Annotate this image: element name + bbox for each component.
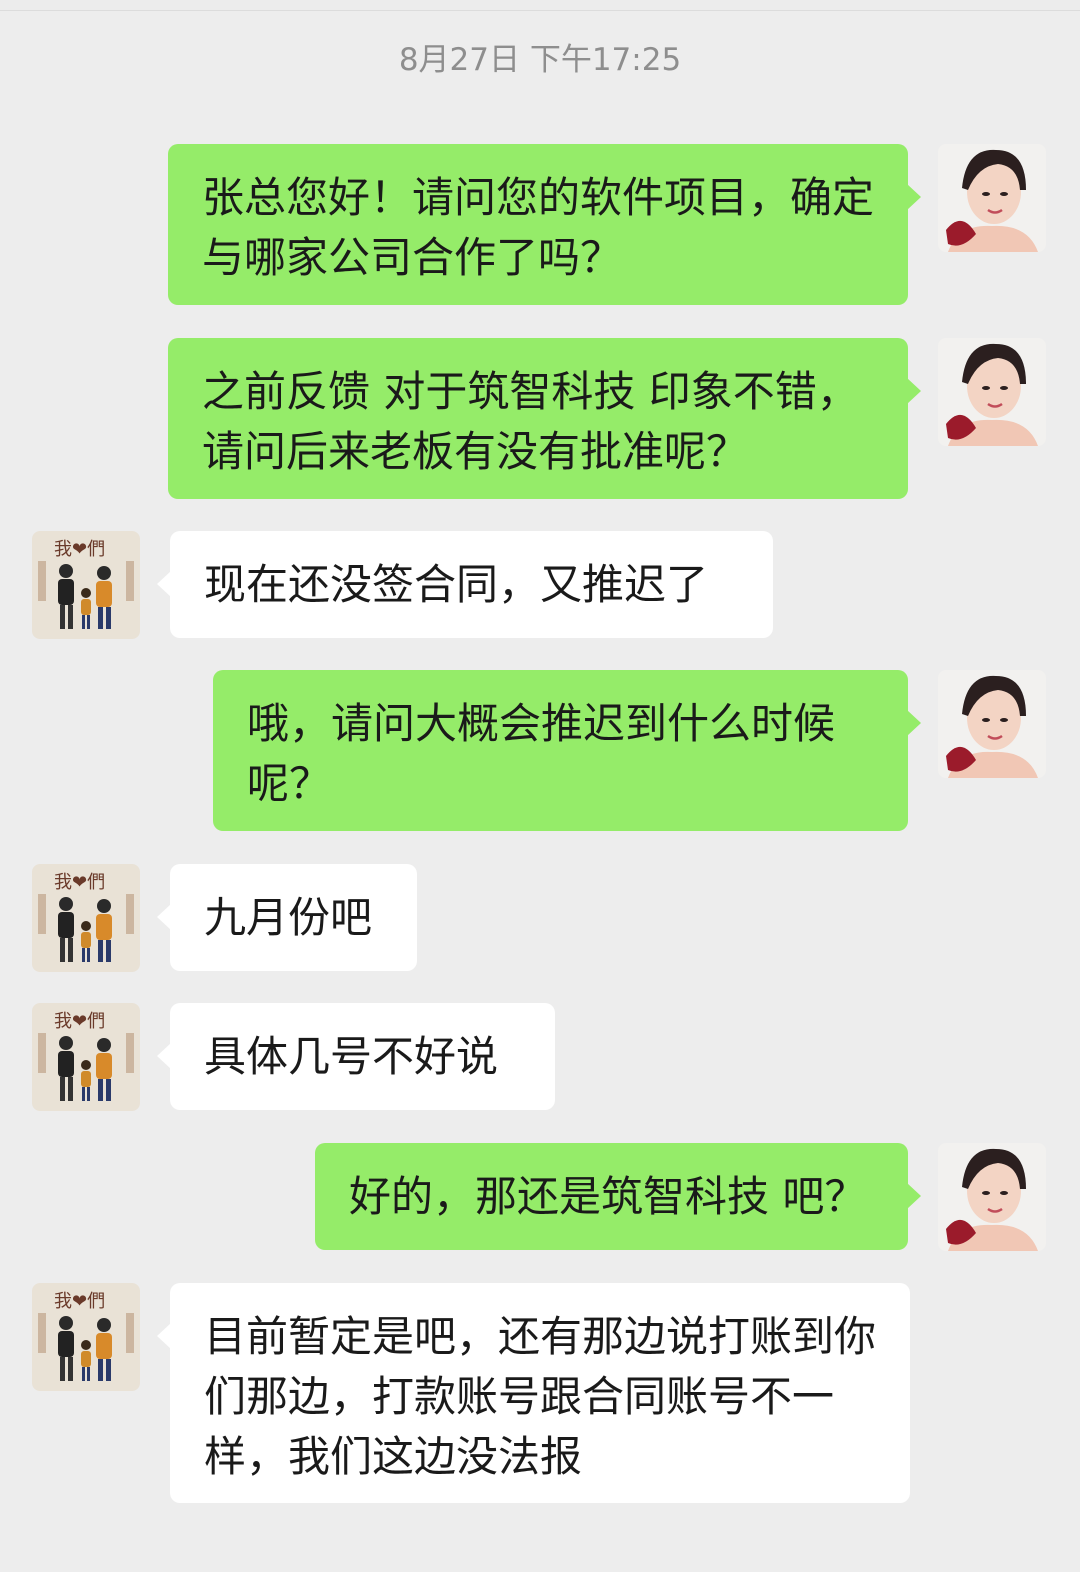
woman-portrait-icon — [938, 144, 1046, 252]
chat-timestamp: 8月27日 下午17:25 — [398, 42, 682, 78]
woman-portrait-icon — [938, 670, 1046, 778]
contact-avatar[interactable]: 我❤們 — [32, 1003, 140, 1111]
self-avatar[interactable] — [938, 1143, 1046, 1251]
self-avatar[interactable] — [938, 670, 1046, 778]
couple-poster-icon: 我❤們 — [32, 531, 140, 639]
couple-poster-icon: 我❤們 — [32, 864, 140, 972]
contact-avatar[interactable]: 我❤們 — [32, 1283, 140, 1391]
avatar-logo-text: 我❤們 — [54, 1291, 105, 1312]
message-text: 具体几号不好说 — [204, 1032, 499, 1081]
message-bubble-sent[interactable]: 之前反馈 对于筑智科技 印象不错，请问后来老板有没有批准呢？ — [168, 338, 921, 499]
message-bubble-sent[interactable]: 张总您好！请问您的软件项目，确定与哪家公司合作了吗？ — [168, 144, 921, 305]
contact-avatar[interactable]: 我❤們 — [32, 531, 140, 639]
woman-portrait-icon — [938, 338, 1046, 446]
message-text: 目前暂定是吧，还有那边说打账到你们那边，打款账号跟合同账号不一样，我们这边没法报 — [204, 1312, 877, 1481]
contact-avatar[interactable]: 我❤們 — [32, 864, 140, 972]
woman-portrait-icon — [938, 1143, 1046, 1251]
message-bubble-received[interactable]: 现在还没签合同，又推迟了 — [157, 531, 773, 638]
self-avatar[interactable] — [938, 338, 1046, 446]
message-bubble-sent[interactable]: 哦，请问大概会推迟到什么时候呢？ — [213, 670, 921, 831]
message-text: 九月份吧 — [204, 893, 373, 942]
couple-poster-icon: 我❤們 — [32, 1003, 140, 1111]
self-avatar[interactable] — [938, 144, 1046, 252]
message-text: 之前反馈 对于筑智科技 印象不错，请问后来老板有没有批准呢？ — [202, 367, 859, 476]
avatar-logo-text: 我❤們 — [54, 1011, 105, 1032]
message-bubble-sent[interactable]: 好的，那还是筑智科技 吧？ — [315, 1143, 921, 1250]
message-text: 好的，那还是筑智科技 吧？ — [349, 1172, 867, 1221]
message-bubble-received[interactable]: 目前暂定是吧，还有那边说打账到你们那边，打款账号跟合同账号不一样，我们这边没法报 — [157, 1283, 910, 1503]
couple-poster-icon: 我❤們 — [32, 1283, 140, 1391]
message-text: 哦，请问大概会推迟到什么时候呢？ — [247, 699, 836, 808]
message-bubble-received[interactable]: 九月份吧 — [157, 864, 417, 971]
top-divider — [0, 0, 1080, 11]
message-text: 张总您好！请问您的软件项目，确定与哪家公司合作了吗？ — [202, 173, 875, 282]
avatar-logo-text: 我❤們 — [54, 539, 105, 560]
message-bubble-received[interactable]: 具体几号不好说 — [157, 1003, 555, 1110]
avatar-logo-text: 我❤們 — [54, 872, 105, 893]
message-text: 现在还没签合同，又推迟了 — [204, 560, 709, 609]
